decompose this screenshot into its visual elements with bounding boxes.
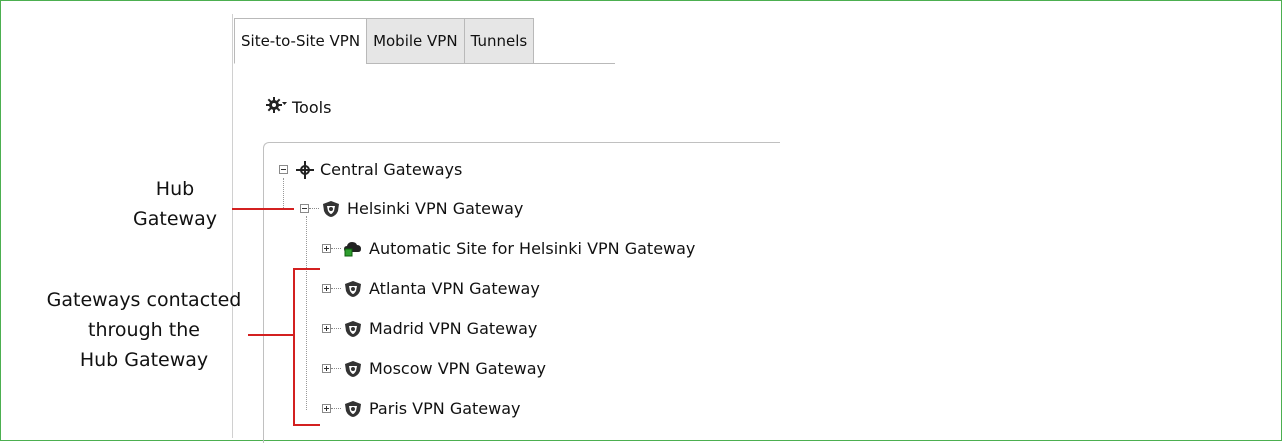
tab-bar-underline: [403, 63, 615, 64]
contacted-gateways-annotation: Gateways contacted through the Hub Gatew…: [10, 285, 278, 375]
annotation-line: Gateway: [133, 208, 217, 230]
collapse-icon[interactable]: [300, 204, 309, 213]
expand-icon[interactable]: [322, 364, 331, 373]
contacted-annotation-bracket: [293, 268, 295, 426]
site-icon: [343, 240, 363, 258]
tree-node-label: Moscow VPN Gateway: [369, 359, 547, 378]
tree-connector: [331, 248, 341, 249]
tab-bar: Site-to-Site VPN Mobile VPN Tunnels: [234, 18, 535, 64]
collapse-icon[interactable]: [279, 165, 288, 174]
annotation-line: Gateways contacted: [46, 289, 242, 311]
tab-site-to-site-vpn[interactable]: Site-to-Site VPN: [234, 18, 368, 64]
tree-connector: [331, 408, 341, 409]
expand-icon[interactable]: [322, 244, 331, 253]
vpn-gateway-icon: [321, 200, 341, 218]
annotation-line: Hub: [155, 178, 195, 200]
tree-node-label: Atlanta VPN Gateway: [369, 279, 540, 298]
tree-node-madrid-vpn-gateway[interactable]: Madrid VPN Gateway: [322, 319, 537, 338]
vpn-gateway-icon: [343, 400, 363, 418]
tree-connector: [331, 368, 341, 369]
tree-node-automatic-site[interactable]: Automatic Site for Helsinki VPN Gateway: [322, 239, 695, 258]
tree-connector: [331, 288, 341, 289]
contacted-annotation-bracket-bottom: [293, 424, 320, 426]
contacted-annotation-pointer: [248, 334, 294, 336]
central-gateways-icon: [296, 160, 314, 179]
expand-icon[interactable]: [322, 404, 331, 413]
tree-node-label: Helsinki VPN Gateway: [347, 199, 524, 218]
contacted-annotation-bracket-top: [293, 268, 320, 270]
tab-mobile-vpn[interactable]: Mobile VPN: [366, 18, 465, 64]
tree-connector: [331, 328, 341, 329]
annotation-line: through the: [88, 319, 200, 341]
annotation-line: Hub Gateway: [79, 349, 209, 371]
tree-node-label: Automatic Site for Helsinki VPN Gateway: [369, 239, 696, 258]
tab-tunnels[interactable]: Tunnels: [463, 18, 535, 64]
tree-connector: [309, 208, 319, 209]
vpn-gateway-icon: [343, 360, 363, 378]
tree-connector: [306, 216, 307, 410]
tree-connector: [283, 178, 284, 208]
tools-label: Tools: [292, 97, 332, 117]
vpn-gateway-icon: [343, 280, 363, 298]
expand-icon[interactable]: [322, 324, 331, 333]
tree-node-label: Paris VPN Gateway: [369, 399, 521, 418]
vpn-gateway-icon: [343, 320, 363, 338]
expand-icon[interactable]: [322, 284, 331, 293]
tree-node-central-gateways[interactable]: Central Gateways: [279, 160, 462, 179]
tree-node-helsinki-vpn-gateway[interactable]: Helsinki VPN Gateway: [300, 199, 523, 218]
tree-node-atlanta-vpn-gateway[interactable]: Atlanta VPN Gateway: [322, 279, 540, 298]
tree-node-moscow-vpn-gateway[interactable]: Moscow VPN Gateway: [322, 359, 546, 378]
gear-icon: [266, 96, 288, 118]
tree-node-label: Madrid VPN Gateway: [369, 319, 538, 338]
hub-annotation-pointer: [232, 208, 294, 210]
tree-node-label: Central Gateways: [320, 160, 463, 179]
tree-node-paris-vpn-gateway[interactable]: Paris VPN Gateway: [322, 399, 521, 418]
hub-gateway-annotation: Hub Gateway: [120, 174, 230, 234]
tools-menu-button[interactable]: Tools: [266, 96, 331, 118]
